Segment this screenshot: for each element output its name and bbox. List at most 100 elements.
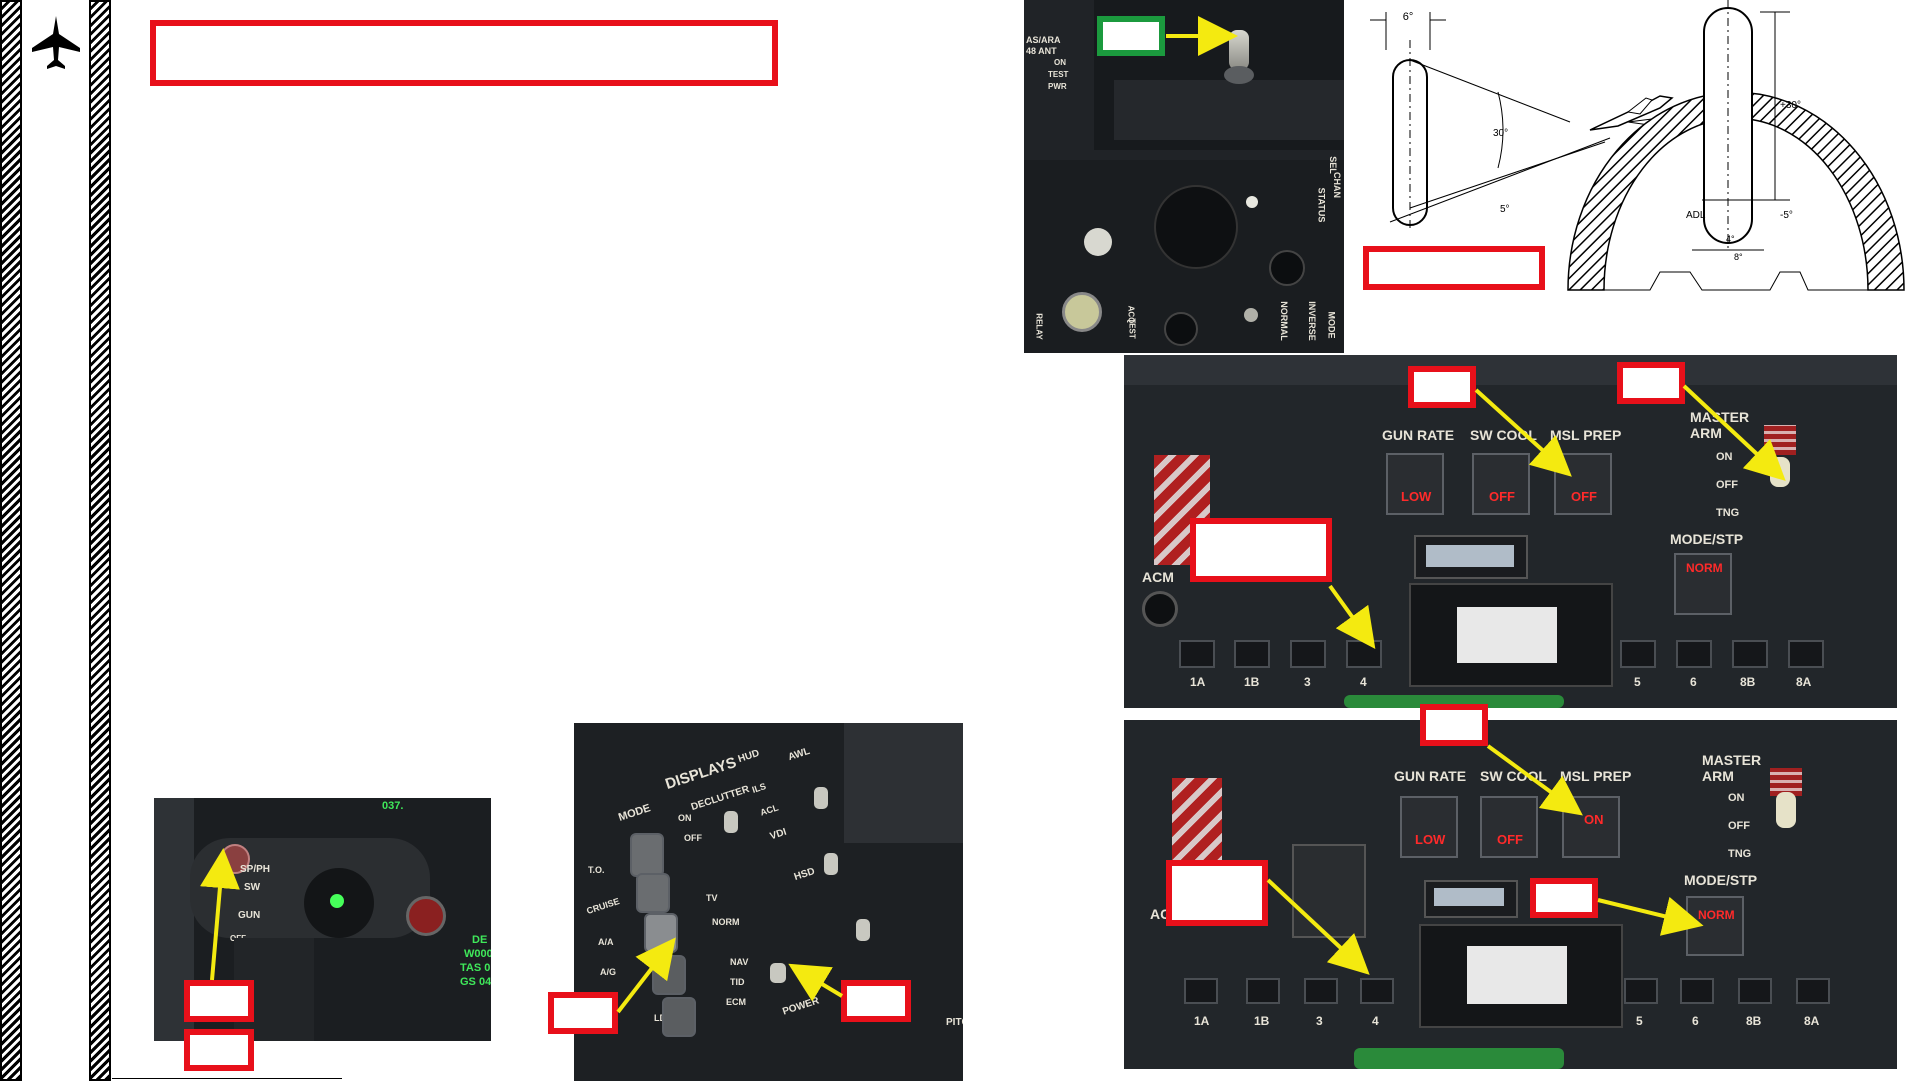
panel-label: STATUS <box>1316 187 1327 223</box>
hsd-callout-box <box>841 980 911 1022</box>
mode-button-ldg[interactable] <box>662 997 696 1037</box>
displays-label: POWER <box>781 995 821 1018</box>
hud-readout: DE <box>472 934 488 946</box>
left-border-stripe <box>0 0 22 1081</box>
master-arm-label: MASTER ARM <box>1702 752 1762 784</box>
displays-label: HSD <box>792 866 817 883</box>
hud-readout: GS 04 <box>460 976 491 988</box>
station-label: 1B <box>1254 1014 1270 1028</box>
station-button[interactable] <box>1796 978 1830 1004</box>
panel-label: MODE <box>1326 311 1337 339</box>
displays-label: A/G <box>600 967 617 977</box>
diagram-label: -5° <box>1780 210 1793 221</box>
station-label: 5 <box>1636 1014 1643 1028</box>
station-label: 8B <box>1746 1014 1762 1028</box>
displays-label: ECM <box>726 997 746 1007</box>
station-label: 3 <box>1316 1014 1323 1028</box>
displays-label: ON <box>678 813 692 823</box>
msl-prep-label: MSL PREP <box>1550 427 1622 443</box>
stick-callout-box-lower <box>184 1029 254 1071</box>
msl-prep-on-callout-box <box>1420 704 1488 746</box>
mode-button-cruise[interactable] <box>636 873 670 913</box>
sw-cool-button[interactable]: OFF <box>1480 796 1538 858</box>
station-button[interactable] <box>1680 978 1714 1004</box>
station-label: 5 <box>1634 675 1641 689</box>
panel-label: AS/ARA <box>1026 35 1061 45</box>
displays-label: T.O. <box>588 865 605 875</box>
bottom-rule <box>112 1078 342 1079</box>
msl-prep-value: ON <box>1584 812 1604 827</box>
panel-label: RELAY <box>1034 313 1044 340</box>
station-label: 4 <box>1372 1014 1379 1028</box>
acm-cover[interactable] <box>1142 591 1178 627</box>
declutter-toggle[interactable] <box>724 811 738 833</box>
mode-button-aa[interactable] <box>644 913 678 953</box>
hsd-mode-toggle[interactable] <box>770 963 786 983</box>
master-arm-off: OFF <box>1728 820 1750 832</box>
displays-label: NORM <box>712 917 740 927</box>
station-button[interactable] <box>1290 640 1326 668</box>
msl-prep-button[interactable]: ON <box>1562 796 1620 858</box>
mode-stp-value: NORM <box>1698 908 1735 922</box>
displays-label: PITC <box>946 1017 963 1028</box>
station-button[interactable] <box>1732 640 1768 668</box>
station-button[interactable] <box>1246 978 1280 1004</box>
weapon-select-position: SP/PH <box>240 864 271 875</box>
station-button[interactable] <box>1346 640 1382 668</box>
displays-label: VDI <box>768 826 788 843</box>
gun-rate-value: LOW <box>1415 832 1446 847</box>
diagram-label: +30° <box>1780 100 1801 111</box>
mode-button-to[interactable] <box>630 833 664 877</box>
station-label: 1A <box>1194 1014 1210 1028</box>
station-button[interactable] <box>1234 640 1270 668</box>
panel-label: NORMAL <box>1278 301 1289 341</box>
mode-stp-button[interactable]: NORM <box>1674 553 1732 615</box>
master-arm-callout-box <box>1617 362 1685 404</box>
sw-cool-value: OFF <box>1497 832 1523 847</box>
stick-callout-box-upper <box>184 980 254 1022</box>
master-arm-label: MASTER ARM <box>1690 409 1750 441</box>
station-button[interactable] <box>1624 978 1658 1004</box>
sw-cool-button[interactable]: OFF <box>1472 453 1530 515</box>
gun-rate-button[interactable]: LOW <box>1400 796 1458 858</box>
station-button[interactable] <box>1620 640 1656 668</box>
panel-label: TEST <box>1127 318 1137 339</box>
title-callout-box <box>150 20 778 86</box>
station-label: 8B <box>1740 675 1756 689</box>
gun-rate-label: GUN RATE <box>1382 427 1455 443</box>
station-button[interactable] <box>1788 640 1824 668</box>
displays-label: DECLUTTER <box>689 783 751 814</box>
gun-rate-button[interactable]: LOW <box>1386 453 1444 515</box>
diagram-callout-box <box>1363 246 1545 290</box>
station-label: 1B <box>1244 675 1260 689</box>
panel-label: 48 ANT <box>1026 46 1057 56</box>
station-button[interactable] <box>1676 640 1712 668</box>
hud-readout: TAS 0 <box>460 962 491 974</box>
diagram-label: 30° <box>1493 128 1508 139</box>
green-callout-box <box>1097 16 1165 56</box>
fighter-jet-icon <box>28 14 84 74</box>
master-arm-off: OFF <box>1716 479 1738 491</box>
mode-button-ag[interactable] <box>652 955 686 995</box>
hud-mode-toggle[interactable] <box>814 787 828 809</box>
gun-rate-label: GUN RATE <box>1394 768 1467 784</box>
msl-prep-button[interactable]: OFF <box>1554 453 1612 515</box>
mode-stp-button[interactable]: NORM <box>1686 896 1744 956</box>
panel-label: TEST <box>1048 70 1069 79</box>
station-button[interactable] <box>1184 978 1218 1004</box>
master-arm-tng: TNG <box>1728 848 1752 860</box>
gun-rate-value: LOW <box>1401 489 1432 504</box>
diagram-label: 5° <box>1500 204 1510 215</box>
displays-label: OFF <box>684 833 702 843</box>
displays-title: DISPLAYS <box>663 754 739 793</box>
station-button[interactable] <box>1179 640 1215 668</box>
displays-label: ACL <box>758 802 780 818</box>
station-button[interactable] <box>1304 978 1338 1004</box>
station-button[interactable] <box>1360 978 1394 1004</box>
vdi-mode-toggle[interactable] <box>824 853 838 875</box>
master-arm-switch[interactable] <box>1770 768 1802 838</box>
ecm-toggle[interactable] <box>856 919 870 941</box>
master-arm-switch[interactable] <box>1764 425 1796 505</box>
station-button[interactable] <box>1738 978 1772 1004</box>
mode-stp-callout-box <box>1530 878 1598 918</box>
